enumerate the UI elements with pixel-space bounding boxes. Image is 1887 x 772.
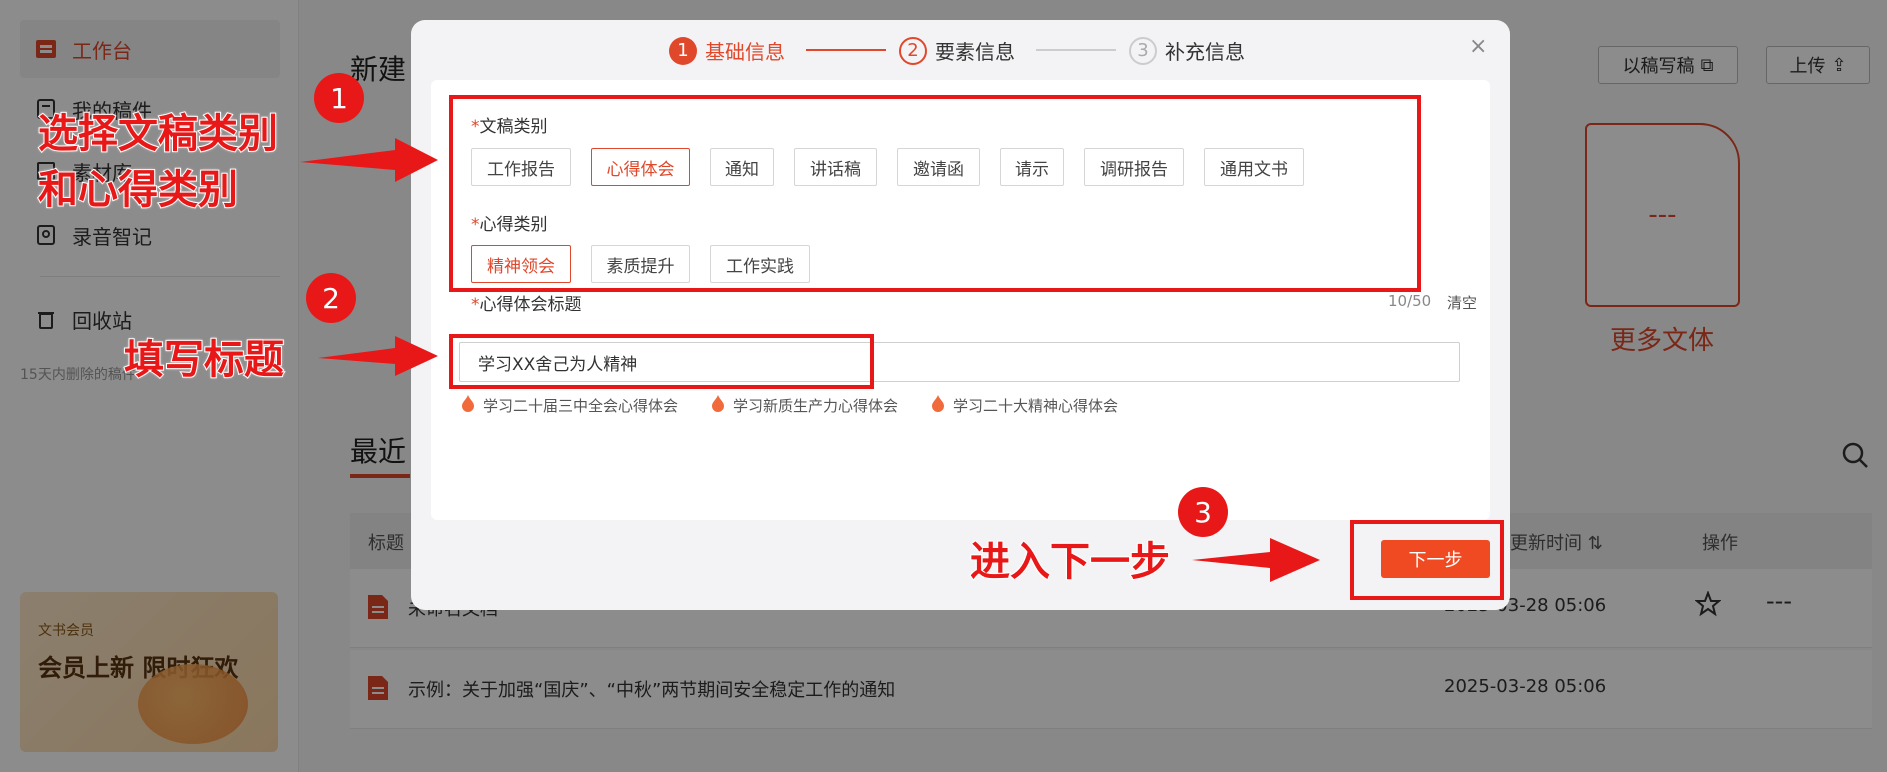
annotation-arrows (300, 138, 1320, 582)
arrow-icon (1192, 538, 1320, 582)
arrow-icon (318, 336, 438, 376)
arrow-icon (300, 138, 438, 182)
